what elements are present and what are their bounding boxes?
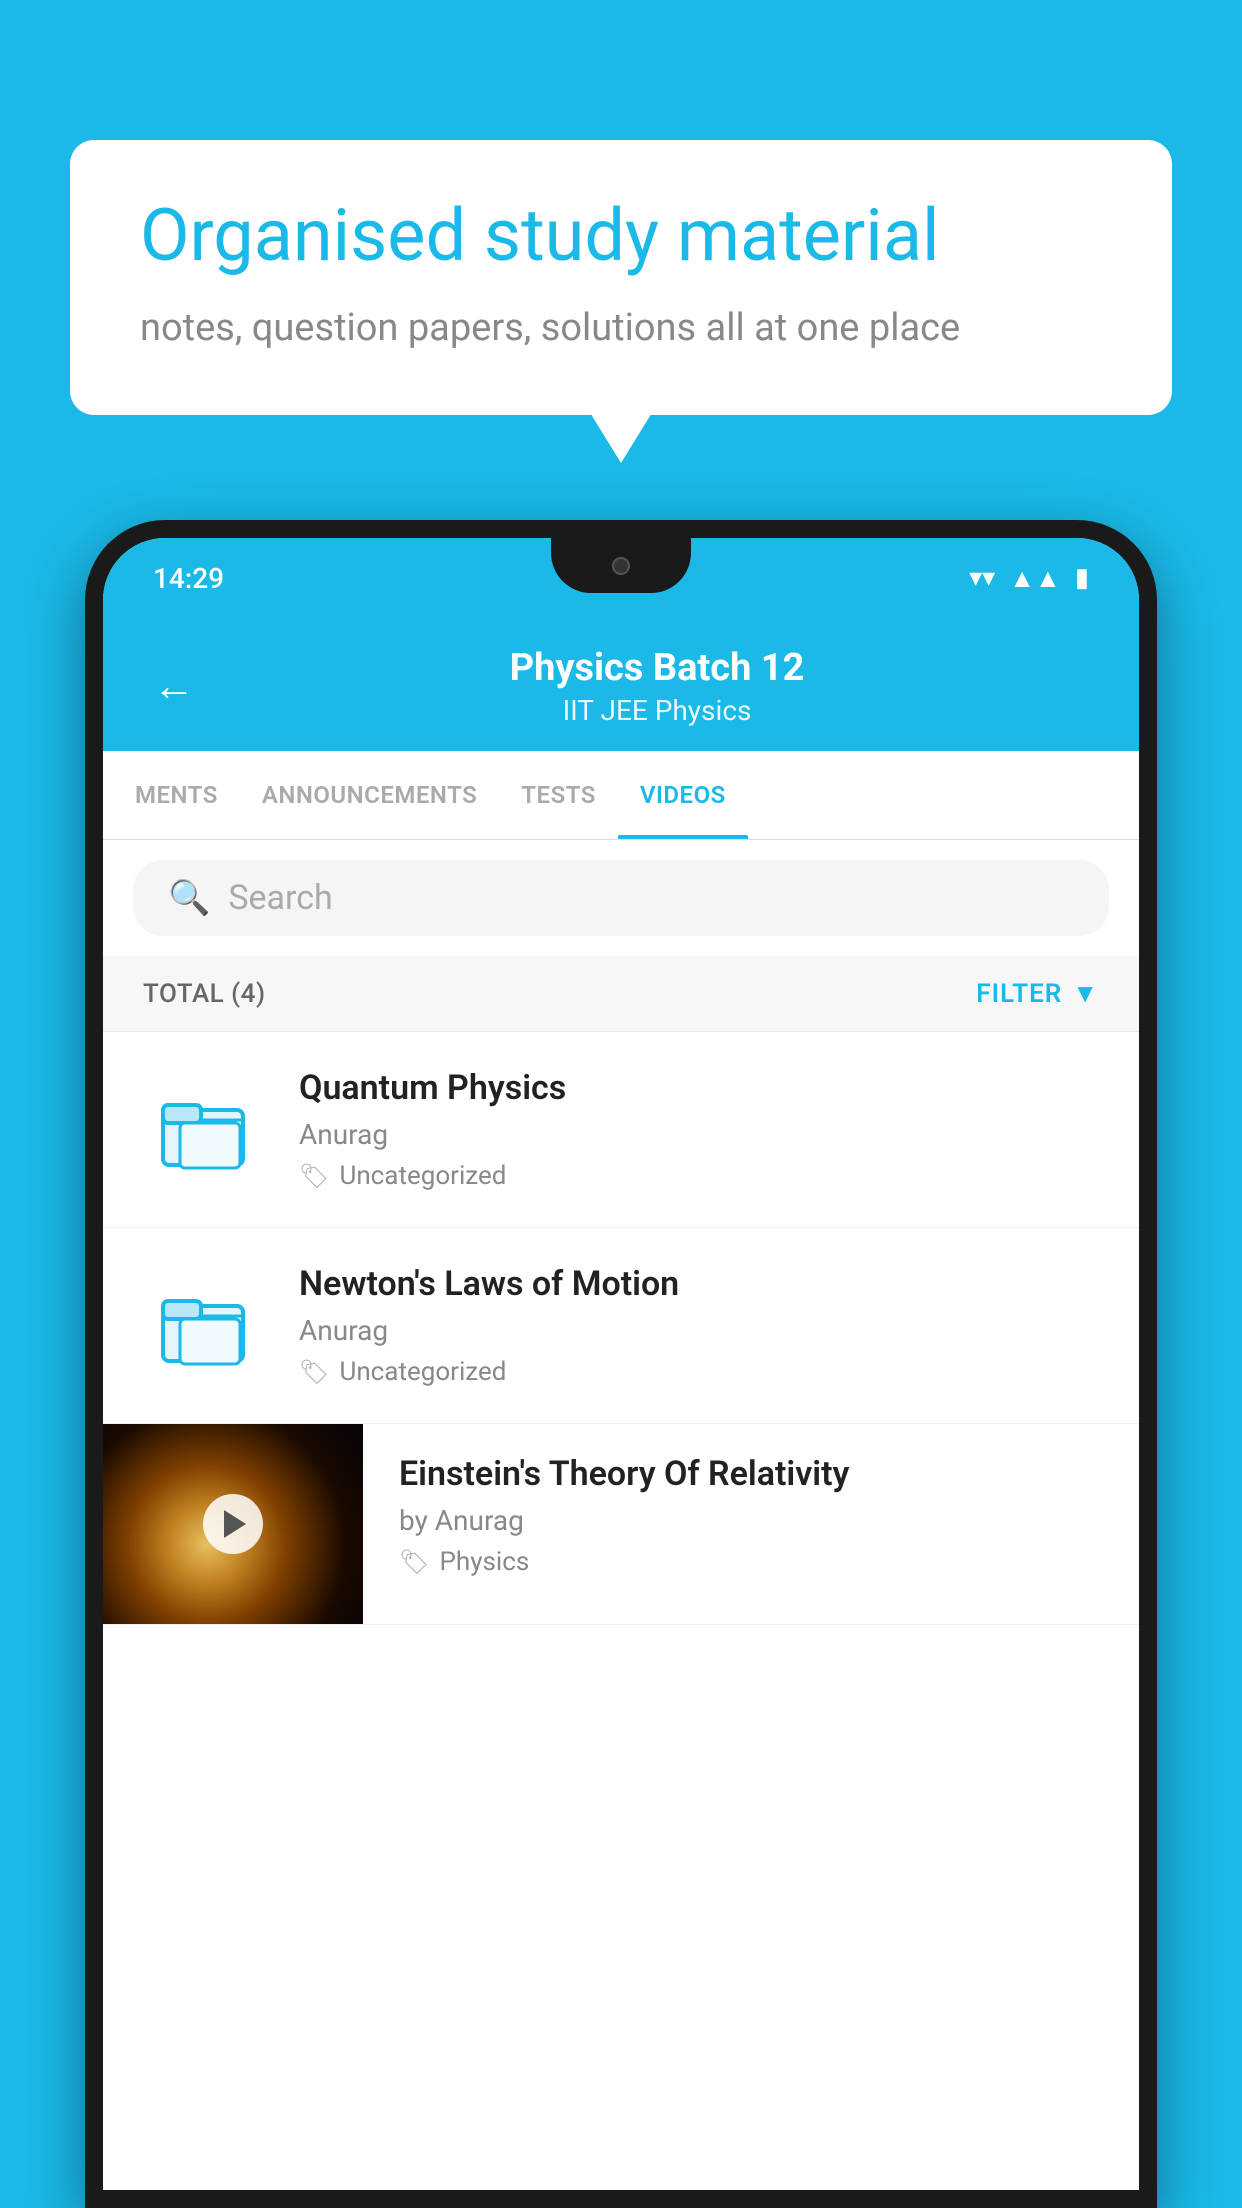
- tag-icon: 🏷: [399, 1548, 429, 1576]
- back-button[interactable]: ←: [153, 666, 195, 708]
- speech-bubble: Organised study material notes, question…: [70, 140, 1172, 415]
- video-author: by Anurag: [399, 1504, 1109, 1537]
- search-input[interactable]: Search: [228, 878, 332, 918]
- camera: [612, 557, 630, 575]
- tag-icon: 🏷: [299, 1358, 329, 1386]
- videos-list: Quantum Physics Anurag 🏷 Uncategorized: [103, 1032, 1139, 1625]
- video-info: Quantum Physics Anurag 🏷 Uncategorized: [299, 1068, 1099, 1191]
- batch-title: Physics Batch 12: [225, 646, 1089, 690]
- by-label: by: [399, 1504, 428, 1537]
- list-item[interactable]: Newton's Laws of Motion Anurag 🏷 Uncateg…: [103, 1228, 1139, 1424]
- notch: [551, 538, 691, 593]
- author-name: Anurag: [435, 1504, 524, 1537]
- tag-label: Uncategorized: [339, 1161, 506, 1191]
- folder-icon: [143, 1080, 263, 1180]
- list-item[interactable]: Einstein's Theory Of Relativity by Anura…: [103, 1424, 1139, 1625]
- video-tag: 🏷 Uncategorized: [299, 1161, 1099, 1191]
- filter-icon: ▼: [1072, 978, 1099, 1009]
- search-bar[interactable]: 🔍 Search: [133, 860, 1109, 936]
- search-bar-container: 🔍 Search: [103, 840, 1139, 956]
- tag-icon: 🏷: [299, 1162, 329, 1190]
- total-label: TOTAL (4): [143, 979, 266, 1009]
- tag-label: Physics: [439, 1547, 529, 1577]
- video-title: Einstein's Theory Of Relativity: [399, 1454, 1109, 1494]
- filter-button[interactable]: FILTER ▼: [976, 978, 1099, 1009]
- video-info: Einstein's Theory Of Relativity by Anura…: [363, 1424, 1139, 1607]
- tag-label: Uncategorized: [339, 1357, 506, 1387]
- filter-row: TOTAL (4) FILTER ▼: [103, 956, 1139, 1032]
- status-bar: 14:29 ▾▾ ▲▲ ▮: [103, 538, 1139, 618]
- tab-ments[interactable]: MENTS: [113, 751, 240, 839]
- video-tag: 🏷 Uncategorized: [299, 1357, 1099, 1387]
- speech-bubble-heading: Organised study material: [140, 195, 1102, 278]
- folder-icon: [143, 1276, 263, 1376]
- search-icon: 🔍: [168, 878, 210, 918]
- video-tag: 🏷 Physics: [399, 1547, 1109, 1577]
- video-title: Quantum Physics: [299, 1068, 1099, 1108]
- status-icons: ▾▾ ▲▲ ▮: [969, 563, 1089, 594]
- app-header: ← Physics Batch 12 IIT JEE Physics: [103, 618, 1139, 751]
- battery-icon: ▮: [1075, 563, 1089, 593]
- list-item[interactable]: Quantum Physics Anurag 🏷 Uncategorized: [103, 1032, 1139, 1228]
- video-thumbnail: [103, 1424, 363, 1624]
- phone-screen: 14:29 ▾▾ ▲▲ ▮ ← Physics Batch 12 IIT JEE…: [103, 538, 1139, 2190]
- batch-subtitle: IIT JEE Physics: [225, 694, 1089, 727]
- tabs-bar: MENTS ANNOUNCEMENTS TESTS VIDEOS: [103, 751, 1139, 840]
- wifi-icon: ▾▾: [969, 563, 995, 593]
- signal-icon: ▲▲: [1009, 563, 1060, 594]
- video-author: Anurag: [299, 1118, 1099, 1151]
- video-author: Anurag: [299, 1314, 1099, 1347]
- play-icon: [224, 1510, 246, 1538]
- filter-label: FILTER: [976, 979, 1062, 1009]
- phone-frame: 14:29 ▾▾ ▲▲ ▮ ← Physics Batch 12 IIT JEE…: [85, 520, 1157, 2208]
- status-time: 14:29: [153, 562, 224, 595]
- video-title: Newton's Laws of Motion: [299, 1264, 1099, 1304]
- video-info: Newton's Laws of Motion Anurag 🏷 Uncateg…: [299, 1264, 1099, 1387]
- header-title-area: Physics Batch 12 IIT JEE Physics: [225, 646, 1089, 727]
- tab-announcements[interactable]: ANNOUNCEMENTS: [240, 751, 499, 839]
- tab-videos[interactable]: VIDEOS: [618, 751, 748, 839]
- speech-bubble-card: Organised study material notes, question…: [70, 140, 1172, 415]
- tab-tests[interactable]: TESTS: [499, 751, 618, 839]
- play-button[interactable]: [203, 1494, 263, 1554]
- speech-bubble-subtext: notes, question papers, solutions all at…: [140, 302, 1102, 355]
